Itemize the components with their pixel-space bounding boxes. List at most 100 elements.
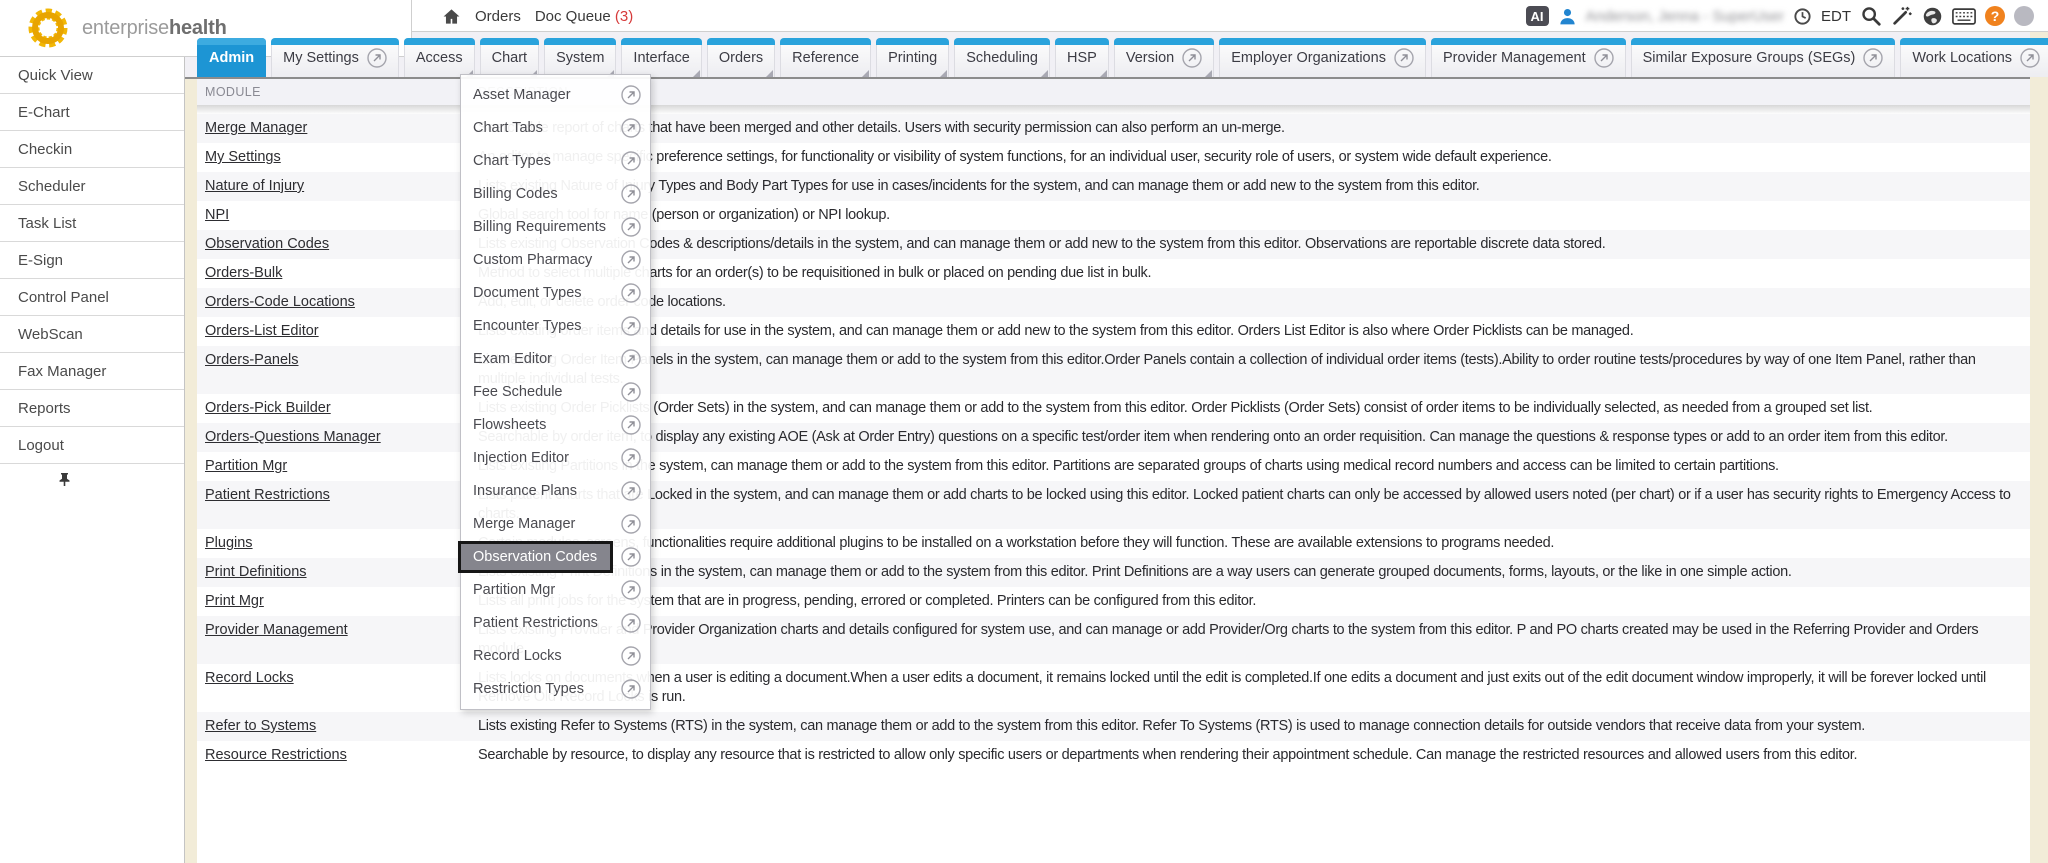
tab-provider-management[interactable]: Provider Management xyxy=(1431,38,1626,77)
module-link-orders-panels[interactable]: Orders-Panels xyxy=(205,352,298,368)
menu-item-observation-codes[interactable]: Observation Codes xyxy=(461,540,650,573)
module-link-refer-to-systems[interactable]: Refer to Systems xyxy=(205,718,316,734)
module-link-print-mgr[interactable]: Print Mgr xyxy=(205,593,264,609)
open-in-new-icon[interactable] xyxy=(621,316,641,336)
open-in-new-icon[interactable] xyxy=(621,283,641,303)
module-link-npi[interactable]: NPI xyxy=(205,207,229,223)
module-link-orders-bulk[interactable]: Orders-Bulk xyxy=(205,265,282,281)
home-circle-icon[interactable] xyxy=(2014,6,2034,26)
open-in-new-icon[interactable] xyxy=(1386,48,1414,68)
menu-item-encounter-types[interactable]: Encounter Types xyxy=(461,309,650,342)
module-link-my-settings[interactable]: My Settings xyxy=(205,149,281,165)
sidebar-item-checkin[interactable]: Checkin xyxy=(0,131,184,168)
menu-item-fee-schedule[interactable]: Fee Schedule xyxy=(461,375,650,408)
home-icon[interactable] xyxy=(442,7,461,26)
menu-item-exam-editor[interactable]: Exam Editor xyxy=(461,342,650,375)
breadcrumb-doc-queue[interactable]: Doc Queue (3) xyxy=(535,8,633,25)
menu-item-flowsheets[interactable]: Flowsheets xyxy=(461,408,650,441)
open-in-new-icon[interactable] xyxy=(621,217,641,237)
current-user-name[interactable]: Anderson, Jenna - SuperUser xyxy=(1586,8,1784,25)
sidebar-item-e-sign[interactable]: E-Sign xyxy=(0,242,184,279)
tab-printing[interactable]: Printing xyxy=(876,38,949,77)
sidebar-item-fax-manager[interactable]: Fax Manager xyxy=(0,353,184,390)
tab-hsp[interactable]: HSP xyxy=(1055,38,1109,77)
module-link-record-locks[interactable]: Record Locks xyxy=(205,670,294,686)
module-link-plugins[interactable]: Plugins xyxy=(205,535,253,551)
open-in-new-icon[interactable] xyxy=(621,514,641,534)
open-in-new-icon[interactable] xyxy=(621,679,641,699)
menu-item-custom-pharmacy[interactable]: Custom Pharmacy xyxy=(461,243,650,276)
module-link-orders-questions-manager[interactable]: Orders-Questions Manager xyxy=(205,429,381,445)
menu-item-chart-types[interactable]: Chart Types xyxy=(461,144,650,177)
sidebar-item-reports[interactable]: Reports xyxy=(0,390,184,427)
open-in-new-icon[interactable] xyxy=(621,349,641,369)
module-link-merge-manager[interactable]: Merge Manager xyxy=(205,120,307,136)
module-link-orders-code-locations[interactable]: Orders-Code Locations xyxy=(205,294,355,310)
search-icon[interactable] xyxy=(1860,5,1882,27)
ai-badge[interactable]: AI xyxy=(1526,6,1549,26)
sidebar-item-quick-view[interactable]: Quick View xyxy=(0,57,184,94)
breadcrumb-orders[interactable]: Orders xyxy=(475,8,521,25)
open-in-new-icon[interactable] xyxy=(621,646,641,666)
tab-admin[interactable]: Admin xyxy=(197,38,266,77)
open-in-new-icon[interactable] xyxy=(1586,48,1614,68)
open-in-new-icon[interactable] xyxy=(621,85,641,105)
tab-reference[interactable]: Reference xyxy=(780,38,871,77)
tab-chart[interactable]: Chart xyxy=(480,38,539,77)
open-in-new-icon[interactable] xyxy=(621,118,641,138)
module-link-nature-of-injury[interactable]: Nature of Injury xyxy=(205,178,304,194)
menu-item-asset-manager[interactable]: Asset Manager xyxy=(461,78,650,111)
open-in-new-icon[interactable] xyxy=(621,415,641,435)
keyboard-icon[interactable] xyxy=(1952,8,1976,25)
tab-my-settings[interactable]: My Settings xyxy=(271,38,399,77)
open-in-new-icon[interactable] xyxy=(359,48,387,68)
menu-item-record-locks[interactable]: Record Locks xyxy=(461,639,650,672)
sidebar-item-webscan[interactable]: WebScan xyxy=(0,316,184,353)
module-link-patient-restrictions[interactable]: Patient Restrictions xyxy=(205,487,330,503)
tab-employer-organizations[interactable]: Employer Organizations xyxy=(1219,38,1426,77)
tab-access[interactable]: Access xyxy=(404,38,475,77)
menu-item-injection-editor[interactable]: Injection Editor xyxy=(461,441,650,474)
tab-scheduling[interactable]: Scheduling xyxy=(954,38,1050,77)
menu-item-partition-mgr[interactable]: Partition Mgr xyxy=(461,573,650,606)
menu-item-merge-manager[interactable]: Merge Manager xyxy=(461,507,650,540)
tab-similar-exposure-groups-segs[interactable]: Similar Exposure Groups (SEGs) xyxy=(1631,38,1896,77)
open-in-new-icon[interactable] xyxy=(621,613,641,633)
menu-item-restriction-types[interactable]: Restriction Types xyxy=(461,672,650,705)
globe-icon[interactable] xyxy=(1922,6,1943,27)
open-in-new-icon[interactable] xyxy=(1174,48,1202,68)
module-link-provider-management[interactable]: Provider Management xyxy=(205,622,348,638)
module-link-observation-codes[interactable]: Observation Codes xyxy=(205,236,329,252)
open-in-new-icon[interactable] xyxy=(621,448,641,468)
open-in-new-icon[interactable] xyxy=(621,481,641,501)
sidebar-item-e-chart[interactable]: E-Chart xyxy=(0,94,184,131)
module-link-print-definitions[interactable]: Print Definitions xyxy=(205,564,307,580)
open-in-new-icon[interactable] xyxy=(621,184,641,204)
open-in-new-icon[interactable] xyxy=(621,547,641,567)
menu-item-chart-tabs[interactable]: Chart Tabs xyxy=(461,111,650,144)
open-in-new-icon[interactable] xyxy=(621,151,641,171)
open-in-new-icon[interactable] xyxy=(2012,48,2040,68)
sidebar-item-logout[interactable]: Logout xyxy=(0,427,184,464)
open-in-new-icon[interactable] xyxy=(621,580,641,600)
module-link-partition-mgr[interactable]: Partition Mgr xyxy=(205,458,287,474)
module-link-orders-pick-builder[interactable]: Orders-Pick Builder xyxy=(205,400,331,416)
module-link-orders-list-editor[interactable]: Orders-List Editor xyxy=(205,323,319,339)
tab-version[interactable]: Version xyxy=(1114,38,1214,77)
menu-item-document-types[interactable]: Document Types xyxy=(461,276,650,309)
tab-interface[interactable]: Interface xyxy=(621,38,701,77)
tab-system[interactable]: System xyxy=(544,38,616,77)
pushpin-icon[interactable] xyxy=(58,472,71,487)
menu-item-billing-codes[interactable]: Billing Codes xyxy=(461,177,650,210)
tab-work-locations[interactable]: Work Locations xyxy=(1900,38,2048,77)
sidebar-item-control-panel[interactable]: Control Panel xyxy=(0,279,184,316)
sidebar-item-task-list[interactable]: Task List xyxy=(0,205,184,242)
open-in-new-icon[interactable] xyxy=(1855,48,1883,68)
menu-item-insurance-plans[interactable]: Insurance Plans xyxy=(461,474,650,507)
sidebar-item-scheduler[interactable]: Scheduler xyxy=(0,168,184,205)
module-link-resource-restrictions[interactable]: Resource Restrictions xyxy=(205,747,347,763)
tab-orders[interactable]: Orders xyxy=(707,38,775,77)
menu-item-patient-restrictions[interactable]: Patient Restrictions xyxy=(461,606,650,639)
wand-icon[interactable] xyxy=(1891,5,1913,27)
open-in-new-icon[interactable] xyxy=(621,382,641,402)
